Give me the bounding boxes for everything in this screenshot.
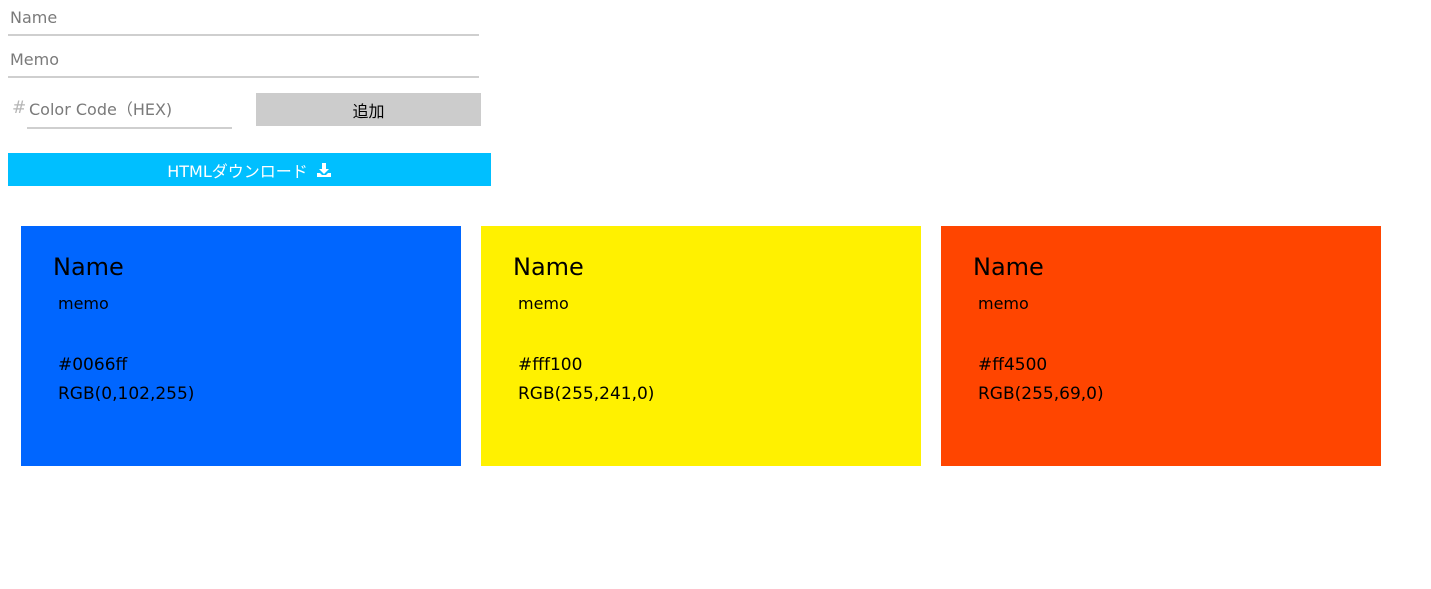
color-card-list: Name memo #0066ff RGB(0,102,255) Name me… [21,226,1381,466]
card-memo: memo [518,294,569,313]
name-input[interactable] [8,0,479,36]
hash-prefix: # [12,98,27,118]
color-code-input[interactable] [27,91,232,129]
card-memo: memo [978,294,1029,313]
card-memo: memo [58,294,109,313]
card-rgb: RGB(255,241,0) [518,384,655,404]
card-rgb: RGB(255,69,0) [978,384,1104,404]
color-card: Name memo #ff4500 RGB(255,69,0) [941,226,1381,466]
card-name: Name [973,253,1044,281]
card-name: Name [53,253,124,281]
download-button-label: HTMLダウンロード [167,161,308,181]
card-hex: #ff4500 [978,355,1048,375]
color-card: Name memo #0066ff RGB(0,102,255) [21,226,461,466]
memo-input[interactable] [8,42,479,78]
download-icon [316,162,332,178]
add-button[interactable]: 追加 [256,93,481,126]
card-rgb: RGB(0,102,255) [58,384,195,404]
color-card: Name memo #fff100 RGB(255,241,0) [481,226,921,466]
html-download-button[interactable]: HTMLダウンロード [8,153,491,186]
card-hex: #fff100 [518,355,583,375]
card-name: Name [513,253,584,281]
card-hex: #0066ff [58,355,128,375]
